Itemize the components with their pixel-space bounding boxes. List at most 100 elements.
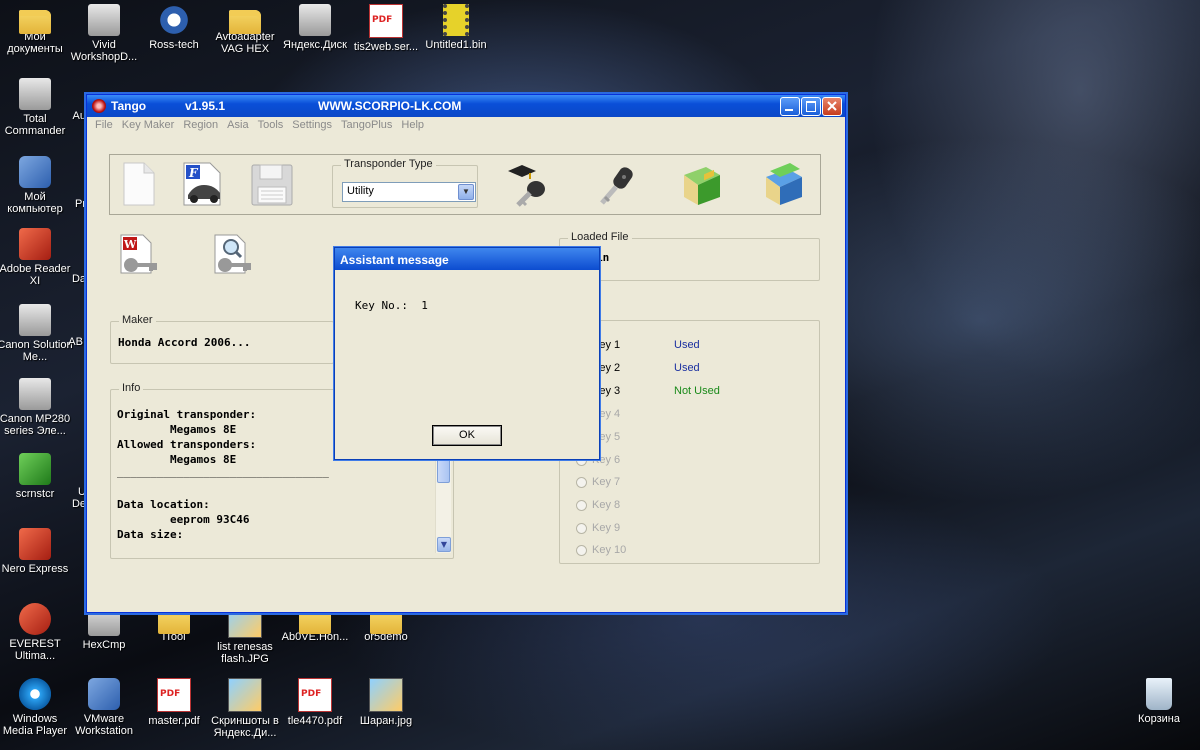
key-radio (576, 477, 587, 488)
desktop-icon-media-player[interactable]: Windows Media Player (0, 678, 73, 737)
info-line: eeprom 93C46 (117, 513, 250, 526)
minimize-icon (785, 109, 793, 111)
desktop-icon-untitled1[interactable]: Untitled1.bin (418, 4, 494, 51)
desktop-icon-master-pdf[interactable]: master.pdf (136, 678, 212, 727)
key-search-button[interactable] (211, 233, 255, 279)
car-key-button[interactable] (594, 161, 638, 207)
key-radio (576, 523, 587, 534)
desktop-icon-label: Untitled1.bin (425, 39, 487, 51)
new-file-button[interactable] (118, 161, 162, 207)
canon-icon (19, 304, 51, 336)
window-icon (299, 4, 331, 36)
menu-key-maker[interactable]: Key Maker (118, 117, 180, 131)
new-file-icon (123, 162, 155, 206)
desktop-icon-nero-express[interactable]: Nero Express (0, 528, 73, 575)
open-file-button[interactable]: F (180, 161, 224, 207)
desktop-icon-vivid[interactable]: Vivid WorkshopD... (66, 4, 142, 63)
desktop-icon-my-documents[interactable]: Мои документы (0, 4, 73, 55)
key-radio (576, 545, 587, 556)
svg-text:W: W (123, 238, 137, 251)
desktop-icon-yandex-disk[interactable]: Яндекс.Диск (277, 4, 353, 51)
info-separator: ________________________________ (117, 465, 329, 478)
vmware-icon (88, 678, 120, 710)
dialog-message: Key No.: 1 (355, 299, 428, 312)
desktop-icon-label: Nero Express (1, 563, 69, 575)
pdf-icon (369, 4, 403, 38)
scroll-down-arrow-icon[interactable]: ▼ (437, 537, 451, 552)
maximize-button[interactable] (801, 97, 821, 116)
menu-region[interactable]: Region (179, 117, 223, 131)
ok-button[interactable]: OK (432, 425, 502, 446)
desktop-icon-canon-mp280[interactable]: Canon MP280 series Эле... (0, 378, 73, 437)
desktop-icon-sharan[interactable]: Шаран.jpg (348, 678, 424, 727)
desktop-icon-label: Vivid WorkshopD... (70, 39, 138, 63)
menu-settings[interactable]: Settings (288, 117, 337, 131)
green-book-icon (684, 167, 720, 205)
desktop-icon-canon-solution[interactable]: Canon Solution Me... (0, 304, 73, 363)
partial-label: Pr (75, 198, 86, 210)
desktop-icon-screenshots[interactable]: Скриншоты в Яндекс.Ди... (207, 678, 283, 739)
window-site: WWW.SCORPIO-LK.COM (318, 99, 462, 113)
folder-icon (299, 610, 331, 634)
toolbar-panel: F Transponder Type Utility ▼ (109, 154, 821, 215)
key-label: Key 8 (592, 499, 621, 511)
floppy-disk-icon (251, 164, 293, 206)
desktop-icon-everest[interactable]: EVEREST Ultima... (0, 603, 73, 662)
key-label: Key 7 (592, 476, 621, 488)
info-line: Original transponder: (117, 408, 257, 421)
info-text: Original transponder: Megamos 8E Allowed… (117, 407, 329, 542)
window-version: v1.95.1 (185, 99, 226, 113)
desktop-icon-list-renesas[interactable]: list renesas flash.JPG (207, 604, 283, 665)
info-line: Allowed transponders: (117, 438, 257, 451)
blue-book-button[interactable] (762, 161, 806, 207)
desktop-icon-tle4470[interactable]: tle4470.pdf (277, 678, 353, 727)
desktop-icon-label: Canon MP280 series Эле... (0, 413, 71, 437)
maker-group: Maker Honda Accord 2006... (110, 314, 334, 364)
key-education-button[interactable] (506, 161, 550, 207)
folder-icon (370, 610, 402, 634)
info-line: Data location: (117, 498, 210, 511)
desktop-icon-total-commander[interactable]: Total Commander (0, 78, 73, 137)
open-car-file-icon: F (183, 162, 221, 206)
menu-bar: File Key Maker Region Asia Tools Settings Tang… (87, 117, 845, 135)
green-book-button[interactable] (680, 161, 724, 207)
desktop-icon-label: EVEREST Ultima... (9, 638, 61, 662)
menu-asia[interactable]: Asia (223, 117, 253, 131)
info-line: Megamos 8E (117, 423, 237, 436)
save-button[interactable] (250, 161, 294, 207)
desktop-icon-label: Avtoadapter VAG HEX (215, 31, 275, 55)
info-scrollbar[interactable]: ▼ (435, 445, 451, 553)
menu-help[interactable]: Help (397, 117, 429, 131)
everest-icon (19, 603, 51, 635)
printer-icon (19, 378, 51, 410)
total-commander-icon (19, 78, 51, 110)
transponder-type-select[interactable]: Utility ▼ (342, 182, 476, 202)
desktop-icon-tis2web[interactable]: tis2web.ser... (348, 4, 424, 53)
desktop-icon-label: HexCmp (82, 639, 126, 651)
menu-file[interactable]: File (91, 117, 118, 131)
minimize-button[interactable] (780, 97, 800, 116)
menu-tangoplus[interactable]: TangoPlus (337, 117, 397, 131)
desktop-icon-label: Скриншоты в Яндекс.Ди... (211, 715, 279, 739)
dialog-titlebar[interactable]: Assistant message (335, 248, 599, 270)
desktop-icon-avtoadapter[interactable]: Avtoadapter VAG HEX (207, 4, 283, 55)
partial-label: ABI (68, 336, 86, 348)
pdf-icon (298, 678, 332, 712)
app-icon (92, 99, 106, 113)
computer-icon (19, 156, 51, 188)
close-button[interactable] (822, 97, 842, 116)
desktop-icon-recycle-bin[interactable]: Корзина (1121, 678, 1197, 725)
menu-tools[interactable]: Tools (254, 117, 289, 131)
scrnstcr-icon (19, 453, 51, 485)
key-status: Used (674, 339, 700, 351)
assistant-message-dialog: Assistant message Key No.: 1 OK (334, 247, 600, 460)
desktop-icon-label: Корзина (1138, 713, 1180, 725)
key-maker-button[interactable]: W (117, 233, 161, 279)
folder-icon (158, 610, 190, 634)
gear-icon (158, 4, 190, 36)
key-status: Used (674, 362, 700, 374)
key-radio (576, 500, 587, 511)
desktop-icon-ross-tech[interactable]: Ross-tech (136, 4, 212, 51)
window-titlebar[interactable]: Tango v1.95.1 WWW.SCORPIO-LK.COM (87, 95, 845, 117)
desktop-icon-vmware[interactable]: VMware Workstation (66, 678, 142, 737)
